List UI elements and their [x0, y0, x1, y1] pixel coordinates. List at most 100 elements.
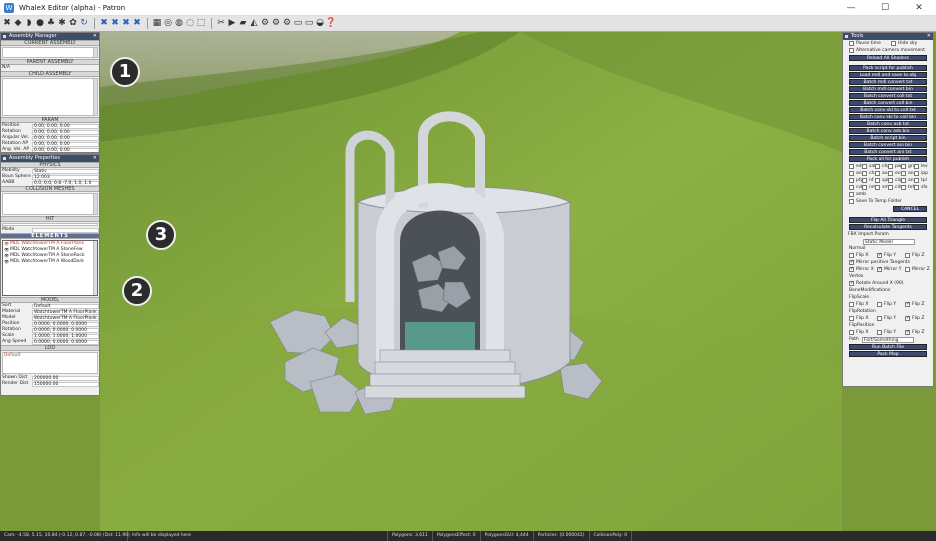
batch-asb-txt-button[interactable]: Batch conv asb txt — [849, 121, 927, 127]
child-assembly-list[interactable] — [2, 78, 98, 116]
flip-all-triangle-button[interactable]: Flip All Triangle — [849, 217, 927, 223]
ext-checkbox[interactable] — [849, 192, 854, 197]
hide-sky-checkbox[interactable] — [891, 41, 896, 46]
pos-flipy-checkbox[interactable] — [877, 330, 882, 335]
toolbar-icon[interactable]: ◒ — [315, 18, 325, 30]
toolbar-icon[interactable]: ⚙ — [271, 18, 281, 30]
toolbar-icon[interactable]: ◗ — [24, 18, 34, 30]
rotate-x-checkbox[interactable] — [849, 280, 854, 286]
load-mdl-button[interactable]: Load mdl and save to obj — [849, 72, 927, 78]
toolbar-icon[interactable]: ⚙ — [282, 18, 292, 30]
scale-flipz-checkbox[interactable] — [905, 301, 910, 307]
toolbar-icon[interactable]: ⬚ — [196, 18, 206, 30]
batch-script-bin-button[interactable]: Batch script bin — [849, 135, 927, 141]
batch-skl-coll-bin-button[interactable]: Batch conv skl to coll bin — [849, 114, 927, 120]
ext-checkbox[interactable] — [888, 185, 893, 190]
mobility-select[interactable]: Static — [32, 168, 99, 174]
toolbar-icon[interactable]: ▦ — [152, 18, 162, 30]
ext-checkbox[interactable] — [849, 178, 854, 183]
ext-checkbox[interactable] — [862, 185, 867, 190]
save-temp-checkbox[interactable] — [849, 199, 854, 204]
toolbar-icon[interactable]: ✱ — [57, 18, 67, 30]
mode-select[interactable] — [32, 227, 99, 233]
ext-checkbox[interactable] — [849, 171, 854, 176]
rot-flipx-checkbox[interactable] — [849, 316, 854, 321]
eye-icon[interactable]: 👁 — [4, 259, 9, 265]
fbx-type-select[interactable]: Static Model — [863, 238, 915, 245]
ext-checkbox[interactable] — [875, 178, 880, 183]
ext-checkbox[interactable] — [888, 178, 893, 183]
help-icon[interactable]: ❓ — [325, 18, 336, 30]
toolbar-icon[interactable]: ▰ — [238, 18, 248, 30]
toolbar-icon[interactable]: ◌ — [185, 18, 195, 30]
alt-camera-checkbox[interactable] — [849, 48, 854, 53]
close-icon[interactable]: ✕ — [927, 33, 931, 40]
ext-checkbox[interactable] — [849, 164, 854, 169]
mirrorz-checkbox[interactable] — [905, 267, 910, 272]
cancel-button[interactable]: CANCEL — [893, 206, 927, 212]
mirrory-checkbox[interactable] — [877, 266, 882, 272]
batch-ani-txt-button[interactable]: Batch convert ani txt — [849, 149, 927, 155]
run-batch-button[interactable]: Run Batch File — [849, 344, 927, 350]
current-assembly-list[interactable] — [2, 47, 98, 58]
toolbar-icon[interactable]: ▭ — [293, 18, 303, 30]
batch-ani-bin-button[interactable]: Batch convert ani bin — [849, 142, 927, 148]
ext-checkbox[interactable] — [901, 185, 906, 190]
3d-viewport[interactable]: 1 3 2 — [100, 32, 842, 531]
recalc-tangents-button[interactable]: Recalculate Tangents — [849, 224, 927, 230]
pack-script-button[interactable]: Pack script for publish — [849, 65, 927, 71]
scrollbar[interactable] — [93, 194, 97, 214]
toolbar-icon[interactable]: ▶ — [227, 18, 237, 30]
batch-mdl-bin-button[interactable]: Batch mdl convert bin — [849, 86, 927, 92]
close-button[interactable]: ✕ — [902, 0, 936, 16]
toolbar-icon[interactable]: ✂ — [216, 18, 226, 30]
minimize-button[interactable]: — — [834, 0, 868, 16]
pos-flipx-checkbox[interactable] — [849, 330, 854, 335]
reload-shaders-button[interactable]: Reload All Shaders — [849, 55, 927, 61]
hit-list[interactable] — [2, 223, 98, 226]
toolbar-icon[interactable]: ✖ — [110, 18, 120, 30]
ext-checkbox[interactable] — [862, 171, 867, 176]
ext-checkbox[interactable] — [875, 171, 880, 176]
normal-flipy-checkbox[interactable] — [877, 252, 882, 258]
close-icon[interactable]: ✕ — [93, 155, 97, 162]
toolbar-icon[interactable]: ▭ — [304, 18, 314, 30]
toolbar-icon[interactable]: ◆ — [13, 18, 23, 30]
toolbar-icon[interactable]: ✖ — [2, 18, 12, 30]
batch-skl-coll-txt-button[interactable]: Batch conv skl to coll txt — [849, 107, 927, 113]
close-icon[interactable]: ✕ — [93, 33, 97, 40]
pack-map-button[interactable]: Pack Map — [849, 351, 927, 357]
normal-flipx-checkbox[interactable] — [849, 253, 854, 258]
normal-flipz-checkbox[interactable] — [905, 253, 910, 258]
toolbar-icon[interactable]: ✖ — [99, 18, 109, 30]
toolbar-icon[interactable]: ● — [35, 18, 45, 30]
ext-checkbox[interactable] — [914, 164, 919, 169]
ext-checkbox[interactable] — [914, 178, 919, 183]
toolbar-icon[interactable]: ◎ — [163, 18, 173, 30]
ext-checkbox[interactable] — [914, 171, 919, 176]
toolbar-icon[interactable]: ✖ — [132, 18, 142, 30]
scale-flipx-checkbox[interactable] — [849, 302, 854, 307]
toolbar-icon[interactable]: ⚙ — [260, 18, 270, 30]
batch-coll-txt-button[interactable]: Batch convert coll txt — [849, 93, 927, 99]
batch-asb-bin-button[interactable]: Batch conv asb bin — [849, 128, 927, 134]
ext-checkbox[interactable] — [875, 164, 880, 169]
ext-checkbox[interactable] — [901, 164, 906, 169]
ext-checkbox[interactable] — [901, 178, 906, 183]
mirror-positive-checkbox[interactable] — [849, 259, 854, 265]
rot-flipz-checkbox[interactable] — [905, 315, 910, 321]
list-item[interactable]: Default — [3, 353, 97, 359]
ext-checkbox[interactable] — [914, 185, 919, 190]
toolbar-icon[interactable]: ↻ — [79, 18, 89, 30]
batch-coll-bin-button[interactable]: Batch convert coll bin — [849, 100, 927, 106]
maximize-button[interactable]: ☐ — [868, 0, 902, 16]
scrollbar[interactable] — [93, 79, 97, 115]
path-select[interactable]: Fort/Something — [861, 336, 914, 343]
batch-mdl-txt-button[interactable]: Batch mdl convert txt — [849, 79, 927, 85]
toolbar-icon[interactable]: ✿ — [68, 18, 78, 30]
rot-flipy-checkbox[interactable] — [877, 316, 882, 321]
mirrorx-checkbox[interactable] — [849, 266, 854, 272]
ext-checkbox[interactable] — [862, 178, 867, 183]
scale-flipy-checkbox[interactable] — [877, 302, 882, 307]
toolbar-icon[interactable]: ✖ — [121, 18, 131, 30]
